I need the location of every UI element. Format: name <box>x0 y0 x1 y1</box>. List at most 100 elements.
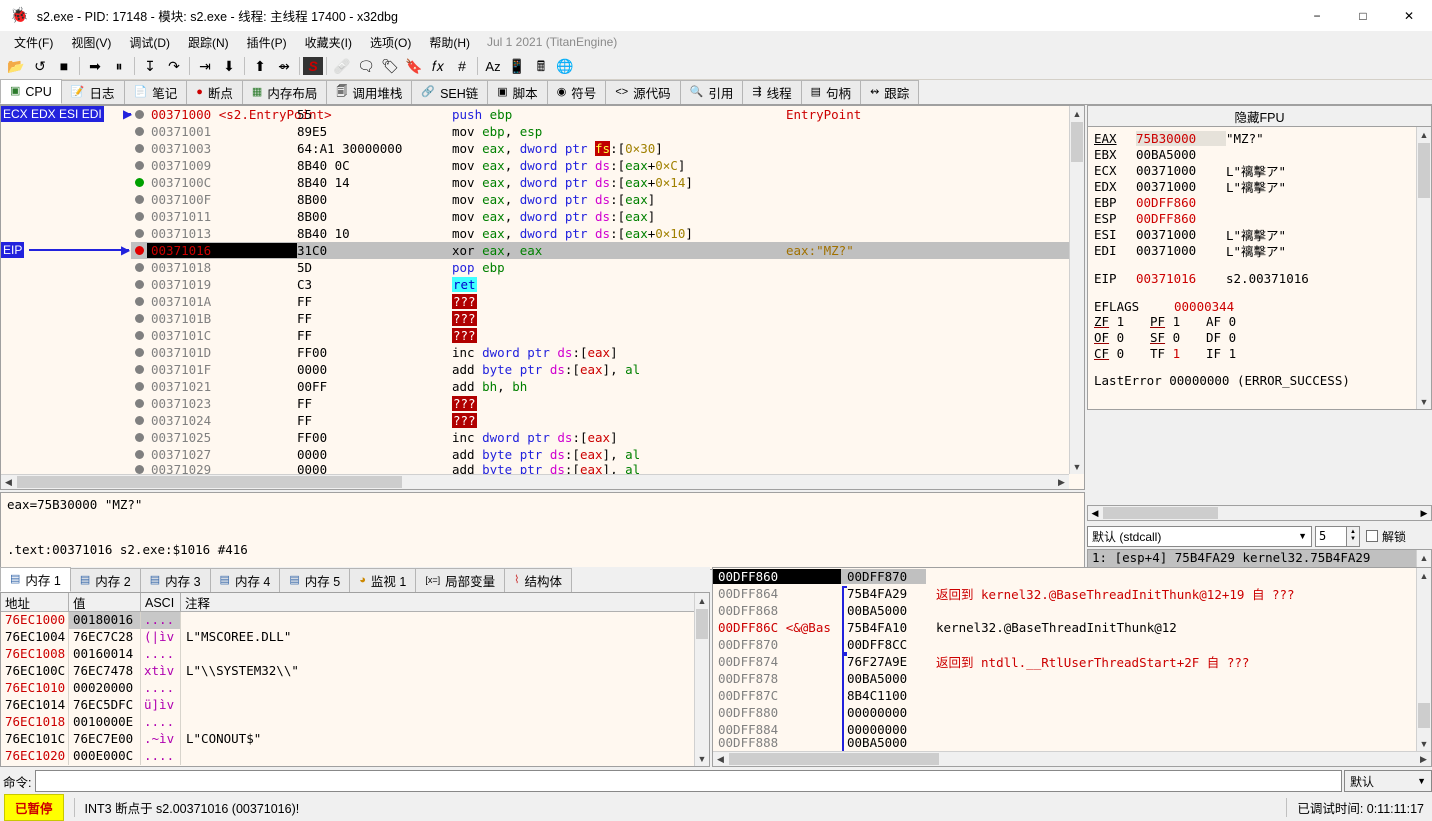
breakpoint-toggle[interactable] <box>131 348 147 357</box>
flag-value[interactable]: 0 <box>1109 330 1125 345</box>
scroll-thumb[interactable] <box>1418 143 1430 198</box>
comments-icon[interactable]: 🗨 <box>354 54 378 78</box>
trace-over-icon[interactable]: ⬇ <box>217 54 241 78</box>
menu-file[interactable]: 文件(F) <box>5 32 62 53</box>
hscroll-thumb[interactable] <box>729 753 939 765</box>
flag-value[interactable]: 1 <box>1221 346 1237 361</box>
breakpoint-toggle[interactable] <box>131 433 147 442</box>
disassembly-row[interactable]: ECX EDX ESI EDI ▶ 00371000 <s2.EntryPoint>… <box>1 106 1084 123</box>
breakpoint-toggle[interactable] <box>131 297 147 306</box>
flag-CF[interactable]: CF 0 <box>1094 346 1150 362</box>
menu-options[interactable]: 选项(O) <box>361 32 420 53</box>
flag-IF[interactable]: IF 1 <box>1206 346 1262 362</box>
breakpoint-toggle[interactable] <box>131 416 147 425</box>
registers-vscrollbar[interactable]: ▲ ▼ <box>1416 127 1431 409</box>
flag-value[interactable]: 1 <box>1165 346 1181 361</box>
menu-help[interactable]: 帮助(H) <box>420 32 479 53</box>
menu-view[interactable]: 视图(V) <box>62 32 120 53</box>
maximize-button[interactable]: □ <box>1340 0 1386 31</box>
register-row-EIP[interactable]: EIP 00371016 s2.00371016 <box>1088 270 1431 286</box>
command-input[interactable] <box>35 770 1342 792</box>
disassembly-row[interactable]: 00371021 00FF add bh, bh <box>1 378 1084 395</box>
arg-count-input[interactable]: 5 <box>1315 525 1347 547</box>
breakpoint-toggle[interactable] <box>131 178 147 187</box>
flag-value[interactable]: 0 <box>1221 314 1237 329</box>
disassembly-hscrollbar[interactable]: ◀ ▶ <box>1 474 1069 489</box>
tab-日志[interactable]: 📝 日志 <box>60 80 125 104</box>
breakpoint-toggle[interactable] <box>131 263 147 272</box>
register-row-EAX[interactable]: EAX 75B30000 "MZ?" <box>1088 130 1431 146</box>
disassembly-row[interactable]: 0037100C 8B40 14 mov eax, dword ptr ds:[ea… <box>1 174 1084 191</box>
dump-row[interactable]: 76EC101C 76EC7E00 .~ìv L"CONOUT$" <box>1 731 709 748</box>
register-value[interactable]: 00371000 <box>1136 227 1226 242</box>
tab-笔记[interactable]: 📄 笔记 <box>123 80 188 104</box>
dump-col-address[interactable]: 地址 <box>1 593 69 612</box>
flag-SF[interactable]: SF 0 <box>1150 330 1206 346</box>
unlock-checkbox[interactable] <box>1366 530 1378 542</box>
arg-count-spinner[interactable]: ▲ ▼ <box>1347 525 1360 547</box>
breakpoint-toggle[interactable] <box>131 314 147 323</box>
scroll-thumb[interactable] <box>1418 703 1430 728</box>
hscroll-thumb[interactable] <box>1103 507 1218 519</box>
menu-favourites[interactable]: 收藏夹(I) <box>296 32 361 53</box>
dump-tab-内存 5[interactable]: ▤ 内存 5 <box>279 568 351 592</box>
hash-icon[interactable]: # <box>450 54 474 78</box>
eflags-value[interactable]: 00000344 <box>1174 299 1264 314</box>
flag-ZF[interactable]: ZF 1 <box>1094 314 1150 330</box>
labels-icon[interactable]: 🏷 <box>378 54 402 78</box>
register-value[interactable]: 00371000 <box>1136 163 1226 178</box>
dump-row[interactable]: 76EC1020 000E000C.... <box>1 748 709 765</box>
breakpoint-toggle[interactable] <box>131 144 147 153</box>
disassembly-panel[interactable]: ECX EDX ESI EDI ▶ 00371000 <s2.EntryPoint>… <box>0 105 1085 490</box>
bookmarks-icon[interactable]: 🔖 <box>402 54 426 78</box>
run-icon[interactable]: ➡ <box>83 54 107 78</box>
flag-value[interactable]: 0 <box>1165 330 1181 345</box>
dump-vscrollbar[interactable]: ▲ ▼ <box>694 593 709 766</box>
breakpoint-toggle[interactable] <box>131 331 147 340</box>
dump-tab-监视 1[interactable]: ◕ 监视 1 <box>349 568 417 592</box>
dump-tab-结构体[interactable]: ⌇ 结构体 <box>504 568 572 592</box>
tab-断点[interactable]: ● 断点 <box>186 80 243 104</box>
functions-icon[interactable]: 𝑓𝑥 <box>426 54 450 78</box>
dump-row[interactable]: 76EC1000 00180016.... <box>1 612 709 629</box>
disassembly-row[interactable]: 0037101A FF??? <box>1 293 1084 310</box>
breakpoint-toggle[interactable] <box>131 246 147 255</box>
stack-row[interactable]: 00DFF86C <&@Bas 75B4FA10 kernel32.@BaseThr… <box>713 619 1431 637</box>
breakpoint-toggle[interactable] <box>131 399 147 408</box>
registers-hscrollbar[interactable]: ◀ ▶ <box>1087 505 1432 521</box>
command-mode-select[interactable]: 默认 ▼ <box>1344 770 1432 792</box>
scroll-thumb[interactable] <box>696 609 708 639</box>
register-value[interactable]: 00371000 <box>1136 179 1226 194</box>
font-icon[interactable]: Aᴢ <box>481 54 505 78</box>
register-value[interactable]: 00BA5000 <box>1136 147 1226 162</box>
breakpoint-toggle[interactable] <box>131 280 147 289</box>
patch-icon[interactable]: 🩹 <box>330 54 354 78</box>
stack-row[interactable]: 00DFF87C 8B4C1100 <box>713 687 1431 705</box>
run-to-user-code-icon[interactable]: ⇴ <box>272 54 296 78</box>
flag-TF[interactable]: TF 1 <box>1150 346 1206 362</box>
breakpoint-toggle[interactable] <box>131 127 147 136</box>
stack-row[interactable]: 00DFF870 00DFF8CC <box>713 636 1431 654</box>
disassembly-row[interactable]: 00371001 89E5 mov ebp, esp <box>1 123 1084 140</box>
dump-tab-内存 2[interactable]: ▤ 内存 2 <box>69 568 141 592</box>
scroll-down-icon[interactable]: ▼ <box>695 751 709 766</box>
tab-调用堆栈[interactable]: 🗐 调用堆栈 <box>326 80 413 104</box>
register-value[interactable]: 00371016 <box>1136 271 1226 286</box>
tab-源代码[interactable]: <> 源代码 <box>605 80 681 104</box>
menu-trace[interactable]: 跟踪(N) <box>179 32 238 53</box>
scroll-thumb[interactable] <box>1071 122 1083 162</box>
execute-till-return-icon[interactable]: ⬆ <box>248 54 272 78</box>
stack-row[interactable]: 00DFF868 00BA5000 <box>713 602 1431 620</box>
disassembly-row[interactable]: 0037100F 8B00 mov eax, dword ptr ds:[eax] <box>1 191 1084 208</box>
stack-row[interactable]: 00DFF888 00BA5000 <box>713 734 1431 752</box>
hscroll-thumb[interactable] <box>17 476 402 488</box>
breakpoint-toggle[interactable] <box>131 110 147 119</box>
breakpoint-toggle[interactable] <box>131 382 147 391</box>
disassembly-row[interactable]: 00371013 8B40 10 mov eax, dword ptr ds:[ea… <box>1 225 1084 242</box>
flag-PF[interactable]: PF 1 <box>1150 314 1206 330</box>
calling-convention-select[interactable]: 默认 (stdcall) ▼ <box>1087 525 1312 547</box>
dump-row[interactable]: 76EC1008 00160014.... <box>1 646 709 663</box>
scroll-down-icon[interactable]: ▼ <box>1070 459 1084 474</box>
tab-脚本[interactable]: ▣ 脚本 <box>487 80 548 104</box>
flag-value[interactable]: 0 <box>1109 346 1125 361</box>
